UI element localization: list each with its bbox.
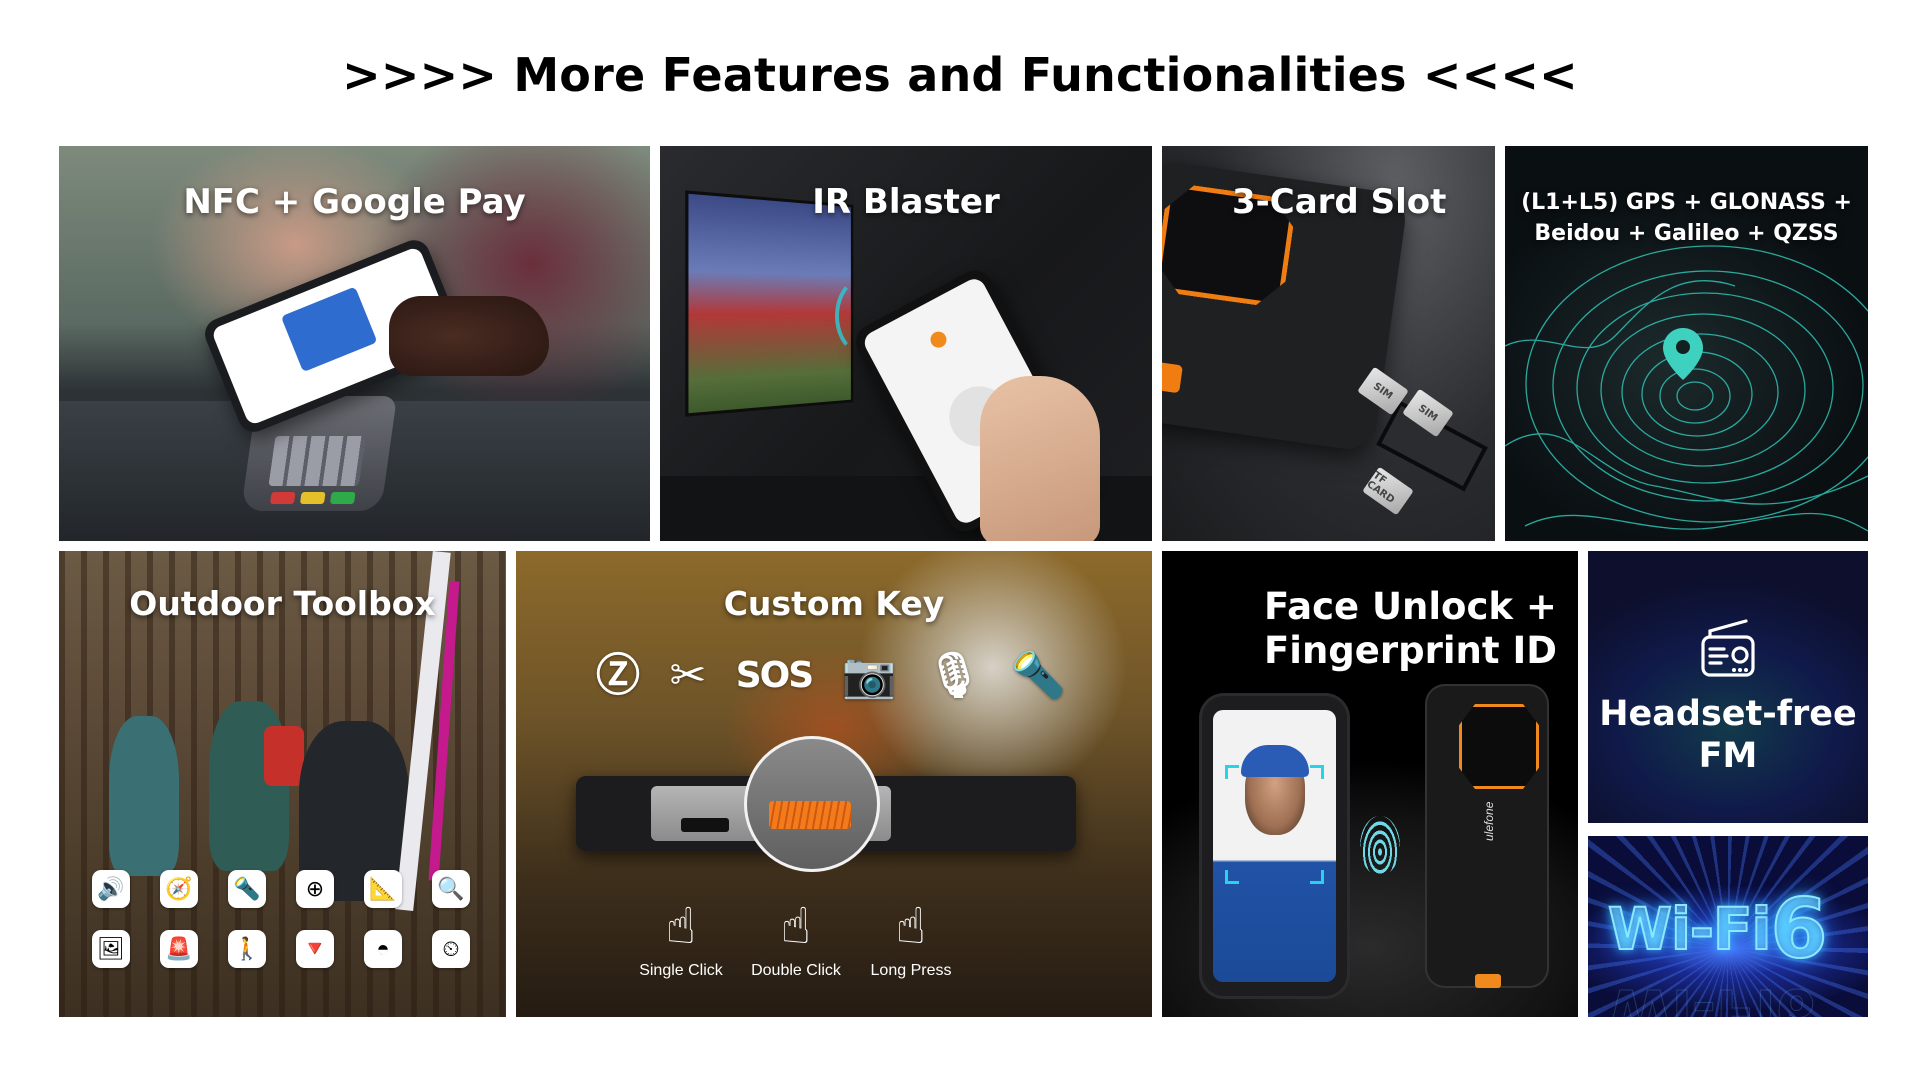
fm-title-line1: Headset-free — [1599, 694, 1857, 734]
gesture-long-press: ☝ Long Press — [856, 896, 966, 980]
gesture-options: ☝ Single Click ☝ Double Click ☝ Long Pre… — [626, 896, 966, 980]
page-title: >>>> More Features and Functionalities <… — [342, 48, 1578, 102]
face-title-line2: Fingerprint ID — [1264, 629, 1557, 672]
cancel-key — [269, 492, 296, 504]
alarm-light-icon: 🚨 — [160, 930, 198, 968]
scan-bracket — [1310, 765, 1324, 779]
face-title-line1: Face Unlock + — [1264, 585, 1557, 628]
microphone-icon: 🎙 — [925, 650, 982, 701]
terminal-keypad — [268, 436, 366, 486]
hand — [980, 376, 1100, 541]
phone-back: ulefone — [1427, 686, 1547, 988]
wifi-label-reflection: Wi-Fi — [1608, 976, 1776, 1018]
feature-tile-nfc: NFC + Google Pay — [59, 146, 650, 541]
lanyard-clip — [1475, 974, 1501, 988]
tf-card: TF CARD — [1362, 466, 1414, 516]
hiker — [109, 716, 179, 876]
double-tap-icon: ☝ — [780, 898, 812, 954]
cap — [1241, 745, 1309, 777]
gesture-label: Single Click — [639, 962, 723, 979]
feature-tile-face-unlock: Face Unlock + Fingerprint ID ulefone — [1162, 551, 1578, 1017]
compass-icon: 🧭 — [160, 870, 198, 908]
underwater-camera-icon: 📷 — [841, 650, 897, 701]
map-pin-icon — [1663, 328, 1703, 380]
radio-icon — [1701, 619, 1755, 677]
pogo-pins — [681, 818, 729, 832]
enter-key — [329, 492, 356, 504]
custom-key-functions: Ⓩ ✂ SOS 📷 🎙 🔦 — [596, 654, 1066, 698]
tile-title: 3-Card Slot — [1232, 182, 1447, 222]
wifi-version-reflection: 6 — [1775, 976, 1816, 1018]
crosshair-level-icon: ⊕ — [296, 870, 334, 908]
payment-card — [280, 286, 378, 373]
sound-meter-icon: 🔊 — [92, 870, 130, 908]
hand — [389, 296, 549, 376]
fm-title-line2: FM — [1698, 736, 1758, 776]
tile-title: Face Unlock + Fingerprint ID — [1264, 585, 1557, 673]
tile-title: Outdoor Toolbox — [129, 584, 436, 623]
barometer-icon: ⏲ — [432, 930, 470, 968]
power-button-icon — [927, 328, 950, 351]
tv-screen — [688, 193, 851, 414]
scan-bracket — [1225, 870, 1239, 884]
feature-tile-wifi6: Wi-Fi6 Wi-Fi6 — [1588, 836, 1868, 1017]
plumb-bob-icon: 🔻 — [296, 930, 334, 968]
zoom-lens-custom-key — [744, 736, 880, 872]
orange-custom-key — [1162, 358, 1183, 394]
gesture-single-click: ☝ Single Click — [626, 896, 736, 980]
picture-frame-icon: 🖼 — [92, 930, 130, 968]
wifi6-reflection: Wi-Fi6 — [1608, 976, 1817, 1018]
wifi-version: 6 — [1769, 881, 1828, 978]
flashlight-icon: 🔦 — [1011, 650, 1066, 701]
flashlight-icon: 🔦 — [228, 870, 266, 908]
wifi-label: Wi-Fi — [1607, 894, 1772, 964]
gesture-label: Long Press — [870, 962, 952, 979]
brand-logo: ulefone — [1482, 801, 1496, 841]
fingerprint-icon — [1360, 816, 1400, 876]
feature-tile-fm-radio: Headset-free FM — [1588, 551, 1868, 823]
face-scan-screen — [1213, 710, 1336, 982]
tile-title: (L1+L5) GPS + GLONASS + Beidou + Galileo… — [1505, 188, 1868, 250]
gps-title-line2: Beidou + Galileo + QZSS — [1534, 220, 1839, 246]
clear-key — [299, 492, 326, 504]
feature-tile-custom-key: Custom Key Ⓩ ✂ SOS 📷 🎙 🔦 ☝ Single Click … — [516, 551, 1152, 1017]
pedometer-icon: 🚶 — [228, 930, 266, 968]
camera-module — [1459, 704, 1539, 789]
feature-tile-card-slot: SIM SIM TF CARD 3-Card Slot — [1162, 146, 1495, 541]
gps-title-line1: (L1+L5) GPS + GLONASS + — [1521, 190, 1852, 215]
single-tap-icon: ☝ — [665, 898, 697, 954]
sos-icon: SOS — [735, 655, 814, 696]
tile-title: NFC + Google Pay — [183, 182, 526, 222]
feature-tile-gps: (L1+L5) GPS + GLONASS + Beidou + Galileo… — [1505, 146, 1868, 541]
long-press-icon: ☝ — [895, 898, 927, 954]
gesture-double-click: ☝ Double Click — [741, 896, 851, 980]
ruler-icon: 📐 — [364, 870, 402, 908]
gesture-label: Double Click — [751, 962, 841, 979]
protractor-icon: ◓ — [364, 930, 402, 968]
wifi6-logo: Wi-Fi6 — [1607, 874, 1829, 978]
phone-front — [1202, 696, 1347, 996]
backpack — [264, 726, 304, 786]
feature-tile-ir-blaster: IR Blaster — [660, 146, 1152, 541]
tile-title: Custom Key — [723, 584, 945, 623]
tile-title: Headset-free FM — [1588, 693, 1868, 777]
scan-bracket — [1225, 765, 1239, 779]
scissors-icon: ✂ — [669, 650, 707, 701]
magnifier-icon: 🔍 — [432, 870, 470, 908]
scan-bracket — [1310, 870, 1324, 884]
z-app-icon: Ⓩ — [596, 650, 640, 701]
orange-custom-key — [769, 801, 851, 829]
feature-tile-outdoor-toolbox: Outdoor Toolbox 🔊 🧭 🔦 ⊕ 📐 🔍 🖼 🚨 🚶 🔻 ◓ ⏲ — [59, 551, 506, 1017]
toolbox-app-grid: 🔊 🧭 🔦 ⊕ 📐 🔍 🖼 🚨 🚶 🔻 ◓ ⏲ — [92, 870, 470, 968]
tile-title: IR Blaster — [812, 182, 1000, 222]
